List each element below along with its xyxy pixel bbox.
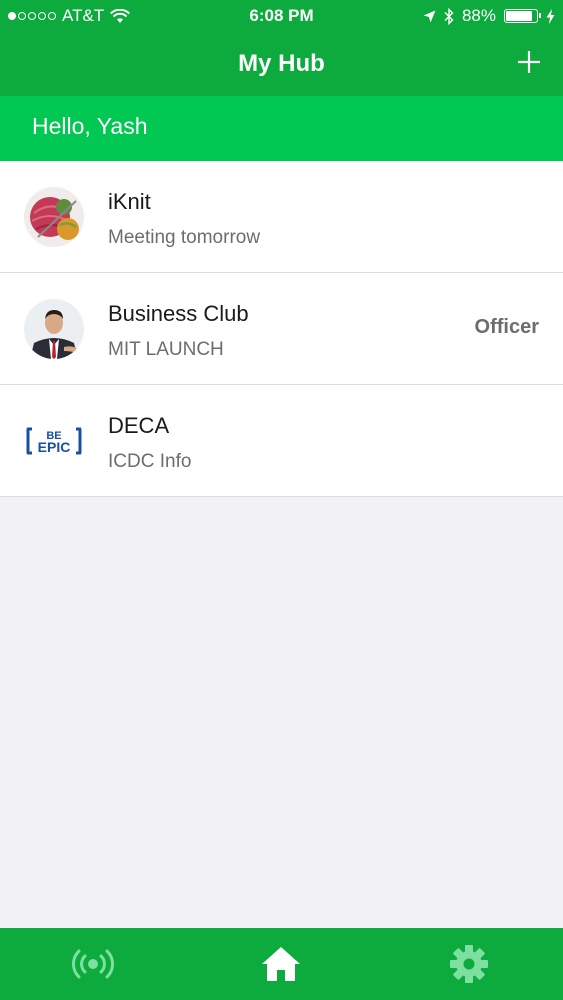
navigation-bar: My Hub [0,32,563,96]
group-row-deca[interactable]: BE EPIC DECA ICDC Info [0,385,563,497]
plus-icon [518,51,540,73]
home-icon [262,947,300,981]
tab-home[interactable] [259,942,303,986]
group-subtitle: MIT LAUNCH [108,339,224,360]
top-bar: AT&T 6:08 PM 88% My Hub [0,0,563,96]
group-name: iKnit [108,189,151,214]
group-name: DECA [108,413,170,438]
location-arrow-icon [423,10,436,22]
group-row-business-club[interactable]: Business Club MIT LAUNCH Officer [0,273,563,385]
group-name: Business Club [108,301,249,326]
yarn-avatar [24,187,84,247]
logo-text-epic: EPIC [38,439,71,455]
group-list: iKnit Meeting tomorrow Business Club MIT… [0,161,563,497]
be-epic-logo: BE EPIC [24,411,84,471]
tab-broadcast[interactable] [71,942,115,986]
tab-bar [0,928,563,1000]
my-hub-screen: AT&T 6:08 PM 88% My Hub Hello, Yash iKni… [0,0,563,1000]
gear-icon [450,945,488,983]
greeting-text: Hello, Yash [32,113,148,139]
group-subtitle: Meeting tomorrow [108,227,261,248]
businessman-avatar [24,299,84,359]
group-row-iknit[interactable]: iKnit Meeting tomorrow [0,161,563,273]
role-badge: Officer [474,316,539,338]
battery-percent: 88% [461,6,496,25]
bluetooth-icon [444,7,454,25]
page-title: My Hub [238,50,325,77]
battery-icon [504,9,541,23]
broadcast-icon [72,949,114,979]
status-right: 88% [423,6,555,26]
add-button[interactable] [513,46,545,78]
greeting-banner: Hello, Yash [0,96,563,161]
charging-bolt-icon [546,8,555,24]
status-bar: AT&T 6:08 PM 88% [0,0,563,32]
tab-settings[interactable] [447,942,491,986]
group-subtitle: ICDC Info [108,451,192,472]
battery-level-fill [506,11,533,21]
